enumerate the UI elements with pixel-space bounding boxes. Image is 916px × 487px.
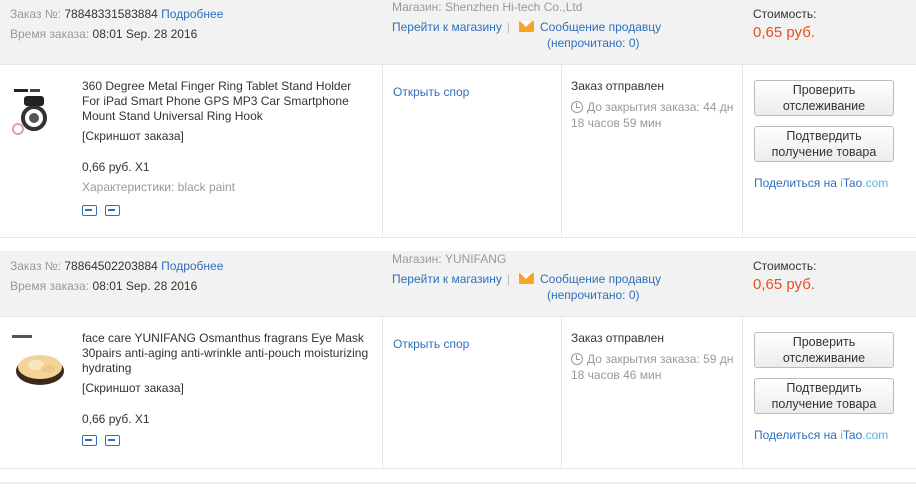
- order-header: Заказ №: 78864502203884 Подробнее Время …: [0, 251, 916, 317]
- countdown-text: До закрытия заказа: 44 дн 18 часов 59 ми…: [571, 100, 734, 130]
- divider: |: [506, 20, 510, 34]
- store-label: Магазин:: [392, 0, 442, 14]
- order-status: Заказ отправлен: [571, 79, 664, 93]
- message-seller-link[interactable]: Сообщение продавцу: [540, 272, 661, 286]
- unread-count[interactable]: (непрочитано: 0): [547, 36, 640, 50]
- track-button-line1: Проверить: [792, 335, 856, 349]
- store-name: Shenzhen Hi-tech Co.,Ltd: [444, 0, 583, 14]
- track-button-line2: отслеживание: [782, 99, 866, 113]
- itao-com[interactable]: .com: [862, 428, 888, 442]
- order-details-link[interactable]: Подробнее: [161, 7, 223, 21]
- open-dispute-link[interactable]: Открыть спор: [393, 85, 469, 99]
- order-number-label: Заказ №:: [10, 259, 62, 273]
- order-1: Заказ №: 78848331583884 Подробнее Время …: [0, 0, 916, 238]
- unit-price: 0,66 руб. X1: [82, 160, 150, 174]
- clock-icon: [571, 101, 583, 113]
- service-icons: [82, 205, 128, 219]
- order-number-label: Заказ №:: [10, 7, 62, 21]
- order-time: 08:01 Sep. 28 2016: [92, 27, 198, 41]
- envelope-icon: [519, 273, 534, 284]
- confirm-button-line1: Подтвердить: [786, 381, 862, 395]
- order-number: 78848331583884: [64, 7, 158, 21]
- order-time-label: Время заказа:: [10, 279, 90, 293]
- column-divider: [742, 317, 743, 468]
- countdown-text: До закрытия заказа: 59 дн 18 часов 46 ми…: [571, 352, 734, 382]
- track-button[interactable]: Проверить отслеживание: [754, 332, 894, 368]
- store-label: Магазин:: [392, 252, 442, 266]
- store-name: YUNIFANG: [444, 252, 507, 266]
- order-2: Заказ №: 78864502203884 Подробнее Время …: [0, 251, 916, 487]
- product-title[interactable]: 360 Degree Metal Finger Ring Tablet Stan…: [82, 79, 372, 124]
- confirm-receipt-button[interactable]: Подтвердить получение товара: [754, 378, 894, 414]
- column-divider: [742, 65, 743, 237]
- confirm-receipt-button[interactable]: Подтвердить получение товара: [754, 126, 894, 162]
- order-time-label: Время заказа:: [10, 27, 90, 41]
- order-time: 08:01 Sep. 28 2016: [92, 279, 198, 293]
- cost-label: Стоимость:: [753, 259, 817, 273]
- product-thumbnail[interactable]: [10, 83, 58, 143]
- message-seller-link[interactable]: Сообщение продавцу: [540, 20, 661, 34]
- share-itao[interactable]: Поделиться на iTao.com: [754, 428, 888, 442]
- column-divider: [382, 317, 383, 468]
- share-itao[interactable]: Поделиться на iTao.com: [754, 176, 888, 190]
- order-number: 78864502203884: [64, 259, 158, 273]
- share-label[interactable]: Поделиться на: [754, 176, 840, 190]
- service-icons: [82, 435, 128, 449]
- product-title[interactable]: face care YUNIFANG Osmanthus fragrans Ey…: [82, 331, 372, 376]
- order-body: face care YUNIFANG Osmanthus fragrans Ey…: [0, 317, 916, 469]
- column-divider: [561, 65, 562, 237]
- order-body: 360 Degree Metal Finger Ring Tablet Stan…: [0, 65, 916, 238]
- envelope-icon: [519, 21, 534, 32]
- go-to-store-link[interactable]: Перейти к магазину: [392, 20, 502, 34]
- divider: |: [506, 272, 510, 286]
- itao-tao[interactable]: Tao: [843, 176, 862, 190]
- confirm-button-line2: получение товара: [771, 397, 877, 411]
- itao-com[interactable]: .com: [862, 176, 888, 190]
- order-screenshot-link[interactable]: [Скриншот заказа]: [82, 381, 184, 396]
- order-header: Заказ №: 78848331583884 Подробнее Время …: [0, 0, 916, 65]
- order-details-link[interactable]: Подробнее: [161, 259, 223, 273]
- order-cost: 0,65 руб.: [753, 276, 815, 293]
- open-dispute-link[interactable]: Открыть спор: [393, 337, 469, 351]
- cost-label: Стоимость:: [753, 7, 817, 21]
- characteristics: Характеристики: black paint: [82, 180, 235, 195]
- clock-icon: [571, 353, 583, 365]
- return-icon[interactable]: [105, 205, 120, 216]
- go-to-store-link[interactable]: Перейти к магазину: [392, 272, 502, 286]
- shipping-icon[interactable]: [82, 435, 97, 446]
- order-cost: 0,65 руб.: [753, 24, 815, 41]
- unread-count[interactable]: (непрочитано: 0): [547, 288, 640, 302]
- countdown: До закрытия заказа: 59 дн 18 часов 46 ми…: [571, 351, 741, 383]
- confirm-button-line2: получение товара: [771, 145, 877, 159]
- track-button-line2: отслеживание: [782, 351, 866, 365]
- return-icon[interactable]: [105, 435, 120, 446]
- track-button[interactable]: Проверить отслеживание: [754, 80, 894, 116]
- share-label[interactable]: Поделиться на: [754, 428, 840, 442]
- order-status: Заказ отправлен: [571, 331, 664, 345]
- product-thumbnail[interactable]: [10, 331, 70, 391]
- characteristics-value: black paint: [177, 180, 236, 194]
- shipping-icon[interactable]: [82, 205, 97, 216]
- track-button-line1: Проверить: [792, 83, 856, 97]
- confirm-button-line1: Подтвердить: [786, 129, 862, 143]
- countdown: До закрытия заказа: 44 дн 18 часов 59 ми…: [571, 99, 741, 131]
- unit-price: 0,66 руб. X1: [82, 412, 150, 426]
- column-divider: [382, 65, 383, 237]
- column-divider: [561, 317, 562, 468]
- order-screenshot-link[interactable]: [Скриншот заказа]: [82, 129, 184, 144]
- itao-tao[interactable]: Tao: [843, 428, 862, 442]
- characteristics-label: Характеристики:: [82, 180, 175, 194]
